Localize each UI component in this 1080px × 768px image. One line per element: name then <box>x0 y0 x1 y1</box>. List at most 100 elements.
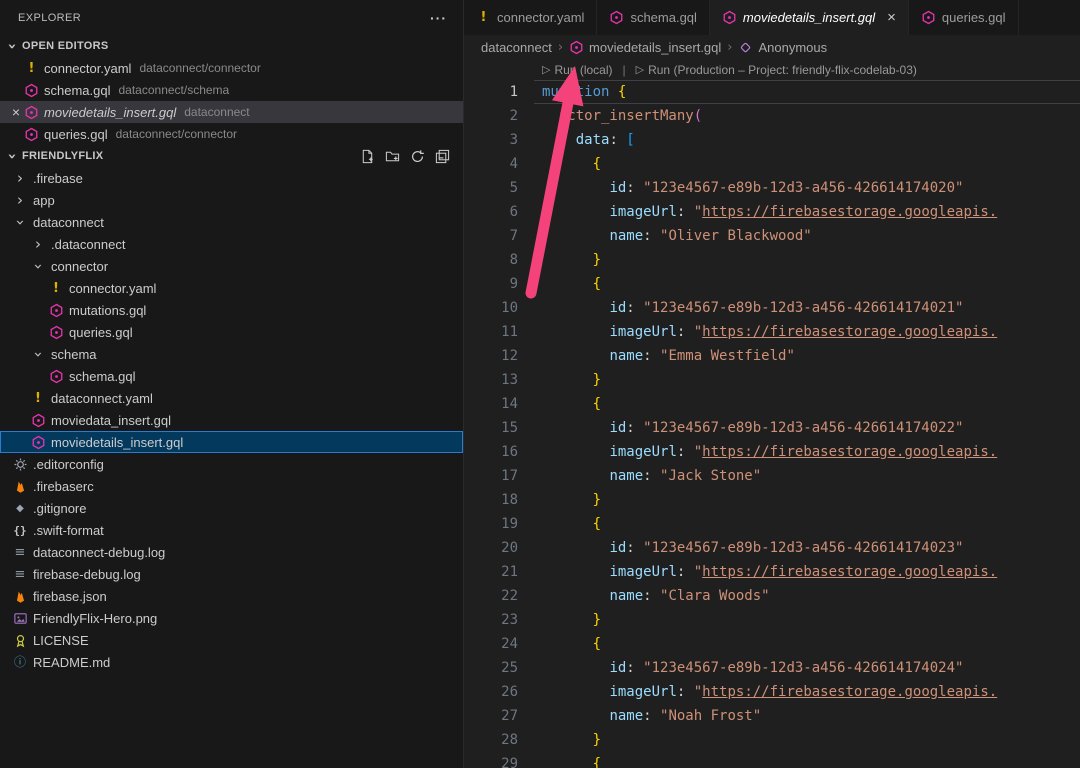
code-line[interactable]: 3 data: [ <box>464 128 1080 152</box>
code-line[interactable]: 10 id: "123e4567-e89b-12d3-a456-42661417… <box>464 296 1080 320</box>
code-line[interactable]: 21 imageUrl: "https://firebasestorage.go… <box>464 560 1080 584</box>
new-file-button[interactable] <box>358 147 376 165</box>
run-production-link[interactable]: ▷ Run (Production – Project: friendly-fl… <box>636 59 917 82</box>
code-line[interactable]: 28 } <box>464 728 1080 752</box>
tab-connector.yaml[interactable]: !connector.yaml <box>464 0 597 35</box>
code-line[interactable]: 13 } <box>464 368 1080 392</box>
line-number[interactable]: 15 <box>464 416 518 440</box>
tree-item-connector.yaml[interactable]: !connector.yaml <box>0 277 463 299</box>
line-number[interactable]: 19 <box>464 512 518 536</box>
line-number[interactable]: 3 <box>464 128 518 152</box>
line-number[interactable]: 22 <box>464 584 518 608</box>
tree-item-app[interactable]: ›app <box>0 189 463 211</box>
code-line[interactable]: 20 id: "123e4567-e89b-12d3-a456-42661417… <box>464 536 1080 560</box>
line-number[interactable]: 16 <box>464 440 518 464</box>
tree-item-queries.gql[interactable]: queries.gql <box>0 321 463 343</box>
code-line[interactable]: 14 { <box>464 392 1080 416</box>
line-number[interactable]: 17 <box>464 464 518 488</box>
line-number[interactable]: 12 <box>464 344 518 368</box>
open-editors-header[interactable]: › OPEN EDITORS <box>0 35 463 57</box>
line-number[interactable]: 10 <box>464 296 518 320</box>
code-line[interactable]: 6 imageUrl: "https://firebasestorage.goo… <box>464 200 1080 224</box>
new-folder-button[interactable] <box>383 147 401 165</box>
tree-item-schema[interactable]: ›schema <box>0 343 463 365</box>
code-line[interactable]: 9 { <box>464 272 1080 296</box>
line-number[interactable]: 24 <box>464 632 518 656</box>
collapse-all-button[interactable] <box>433 147 451 165</box>
line-number[interactable]: 8 <box>464 248 518 272</box>
code-line[interactable]: 4 { <box>464 152 1080 176</box>
code-line[interactable]: 2 actor_insertMany( <box>464 104 1080 128</box>
tree-item-dataconnect-debug.log[interactable]: ≡dataconnect-debug.log <box>0 541 463 563</box>
line-number[interactable]: 9 <box>464 272 518 296</box>
code-line[interactable]: 19 { <box>464 512 1080 536</box>
code-line[interactable]: 7 name: "Oliver Blackwood" <box>464 224 1080 248</box>
editor[interactable]: ▷ Run (local) | ▷ Run (Production – Proj… <box>464 59 1080 768</box>
line-number[interactable]: 26 <box>464 680 518 704</box>
open-editor-item[interactable]: ×moviedetails_insert.gqldataconnect <box>0 101 463 123</box>
tree-item-dataconnect.yaml[interactable]: !dataconnect.yaml <box>0 387 463 409</box>
code-line[interactable]: 25 id: "123e4567-e89b-12d3-a456-42661417… <box>464 656 1080 680</box>
tree-item-LICENSE[interactable]: LICENSE <box>0 629 463 651</box>
code-line[interactable]: 16 imageUrl: "https://firebasestorage.go… <box>464 440 1080 464</box>
code-line[interactable]: 1mutation { <box>464 80 1080 104</box>
tree-item-.editorconfig[interactable]: .editorconfig <box>0 453 463 475</box>
tree-item-README.md[interactable]: ⓘREADME.md <box>0 651 463 673</box>
tab-moviedetails_insert.gql[interactable]: moviedetails_insert.gql× <box>710 0 909 35</box>
line-number[interactable]: 21 <box>464 560 518 584</box>
tree-item-firebase.json[interactable]: firebase.json <box>0 585 463 607</box>
code-line[interactable]: 22 name: "Clara Woods" <box>464 584 1080 608</box>
more-actions-icon[interactable]: ··· <box>430 10 447 26</box>
tree-item-firebase-debug.log[interactable]: ≡firebase-debug.log <box>0 563 463 585</box>
tree-item-.swift-format[interactable]: {}.swift-format <box>0 519 463 541</box>
code-line[interactable]: 12 name: "Emma Westfield" <box>464 344 1080 368</box>
line-number[interactable]: 5 <box>464 176 518 200</box>
tree-item-.firebaserc[interactable]: .firebaserc <box>0 475 463 497</box>
code-line[interactable]: 11 imageUrl: "https://firebasestorage.go… <box>464 320 1080 344</box>
line-number[interactable]: 7 <box>464 224 518 248</box>
tab-schema.gql[interactable]: schema.gql <box>597 0 709 35</box>
open-editor-item[interactable]: !connector.yamldataconnect/connector <box>0 57 463 79</box>
close-icon[interactable]: × <box>8 104 24 120</box>
code-line[interactable]: 26 imageUrl: "https://firebasestorage.go… <box>464 680 1080 704</box>
open-editor-item[interactable]: queries.gqldataconnect/connector <box>0 123 463 145</box>
tree-item-.gitignore[interactable]: ◆.gitignore <box>0 497 463 519</box>
code-line[interactable]: 8 } <box>464 248 1080 272</box>
tree-item-.dataconnect[interactable]: ›.dataconnect <box>0 233 463 255</box>
line-number[interactable]: 18 <box>464 488 518 512</box>
line-number[interactable]: 6 <box>464 200 518 224</box>
line-number[interactable]: 25 <box>464 656 518 680</box>
line-number[interactable]: 13 <box>464 368 518 392</box>
code-line[interactable]: 5 id: "123e4567-e89b-12d3-a456-426614174… <box>464 176 1080 200</box>
code-line[interactable]: 15 id: "123e4567-e89b-12d3-a456-42661417… <box>464 416 1080 440</box>
line-number[interactable]: 23 <box>464 608 518 632</box>
line-number[interactable]: 4 <box>464 152 518 176</box>
line-number[interactable]: 28 <box>464 728 518 752</box>
tree-item-mutations.gql[interactable]: mutations.gql <box>0 299 463 321</box>
line-number[interactable]: 2 <box>464 104 518 128</box>
tree-item-moviedetails_insert.gql[interactable]: moviedetails_insert.gql <box>0 431 463 453</box>
line-number[interactable]: 27 <box>464 704 518 728</box>
code-line[interactable]: 27 name: "Noah Frost" <box>464 704 1080 728</box>
breadcrumb-item[interactable]: Anonymous <box>738 40 827 55</box>
tree-item-connector[interactable]: ›connector <box>0 255 463 277</box>
code-line[interactable]: 18 } <box>464 488 1080 512</box>
code-line[interactable]: 24 { <box>464 632 1080 656</box>
tree-item-dataconnect[interactable]: ›dataconnect <box>0 211 463 233</box>
tree-item-.firebase[interactable]: ›.firebase <box>0 167 463 189</box>
line-number[interactable]: 20 <box>464 536 518 560</box>
refresh-button[interactable] <box>408 147 426 165</box>
tree-item-schema.gql[interactable]: schema.gql <box>0 365 463 387</box>
workspace-header[interactable]: › FRIENDLYFLIX <box>0 145 463 167</box>
line-number[interactable]: 11 <box>464 320 518 344</box>
line-number[interactable]: 1 <box>464 80 518 104</box>
open-editor-item[interactable]: schema.gqldataconnect/schema <box>0 79 463 101</box>
code-line[interactable]: 23 } <box>464 608 1080 632</box>
run-local-link[interactable]: ▷ Run (local) <box>542 59 613 82</box>
code-line[interactable]: 29 { <box>464 752 1080 768</box>
tree-item-FriendlyFlix-Hero.png[interactable]: FriendlyFlix-Hero.png <box>0 607 463 629</box>
close-icon[interactable]: × <box>887 10 896 25</box>
line-number[interactable]: 29 <box>464 752 518 768</box>
code-line[interactable]: 17 name: "Jack Stone" <box>464 464 1080 488</box>
breadcrumb-item[interactable]: moviedetails_insert.gql <box>569 40 721 55</box>
